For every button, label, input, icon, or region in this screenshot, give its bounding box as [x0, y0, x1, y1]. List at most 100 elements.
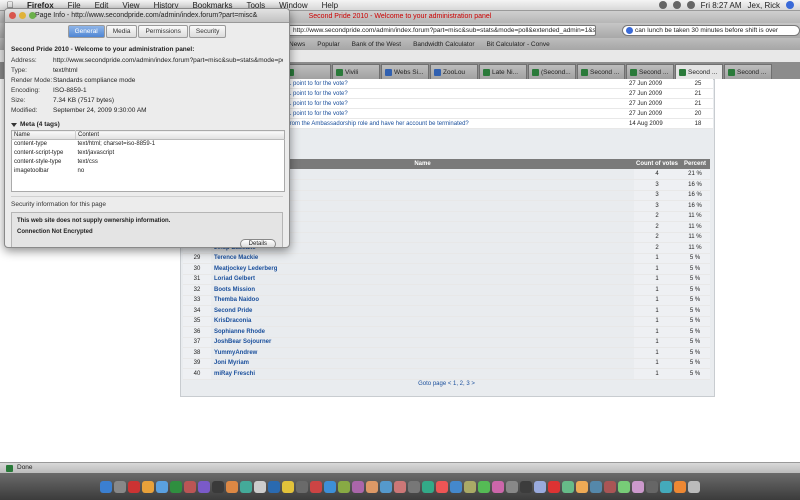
dock-app-icon[interactable] — [394, 480, 406, 493]
tab-permissions[interactable]: Permissions — [138, 25, 188, 38]
dock-app-icon[interactable] — [282, 480, 294, 493]
dock-app-icon[interactable] — [618, 480, 630, 493]
pagination[interactable]: Goto page < 1, 2, 3 > — [183, 381, 710, 387]
dock-app-icon[interactable] — [478, 480, 490, 493]
member-name-link[interactable]: Boots Mission — [211, 284, 634, 296]
member-name-link[interactable]: Sophianne Rhode — [211, 326, 634, 338]
dock-app-icon[interactable] — [450, 480, 462, 493]
dock-app-icon[interactable] — [226, 480, 238, 493]
close-icon[interactable] — [9, 12, 16, 19]
dock-app-icon[interactable] — [114, 480, 126, 493]
meta-disclosure[interactable]: Meta (4 tags) — [11, 121, 283, 128]
dock-app-icon[interactable] — [338, 480, 350, 493]
dock-app-icon[interactable] — [548, 480, 560, 493]
dock-app-icon[interactable] — [366, 480, 378, 493]
dock-app-icon[interactable] — [128, 480, 140, 493]
dock-app-icon[interactable] — [198, 480, 210, 493]
tab-6[interactable]: Second ... — [577, 64, 625, 79]
search-bar[interactable]: can lunch be taken 30 minutes before shi… — [622, 25, 800, 36]
bookmark-bit-calculator[interactable]: Bit Calculator - Conve — [481, 41, 556, 48]
dock-app-icon[interactable] — [632, 480, 644, 493]
member-name-link[interactable]: KrisDraconia — [211, 316, 634, 327]
dock-app-icon[interactable] — [352, 480, 364, 493]
wifi-icon[interactable] — [658, 1, 667, 9]
meta-row[interactable]: content-type text/html; charset=iso-8859-… — [12, 140, 285, 149]
battery-icon[interactable] — [686, 1, 695, 9]
dock-app-icon[interactable] — [562, 480, 574, 493]
dock-app-icon[interactable] — [156, 480, 168, 493]
dock-app-icon[interactable] — [590, 480, 602, 493]
volume-icon[interactable] — [672, 1, 681, 9]
dock-app-icon[interactable] — [464, 480, 476, 493]
dock-app-icon[interactable] — [604, 480, 616, 493]
dock-app-icon[interactable] — [534, 480, 546, 493]
member-name-link[interactable]: Meatjockey Lederberg — [211, 263, 634, 275]
tab-2[interactable]: Webs Si... — [381, 64, 429, 79]
dock-app-icon[interactable] — [310, 480, 322, 493]
dock-app-icon[interactable] — [688, 480, 700, 493]
dock-app-icon[interactable] — [254, 480, 266, 493]
menubar-clock[interactable]: Fri 8:27 AM — [701, 1, 742, 10]
tab-7[interactable]: Second ... — [626, 64, 674, 79]
tab-1[interactable]: Vivili — [332, 64, 380, 79]
bookmark-bank[interactable]: Bank of the West — [346, 41, 407, 48]
spotlight-icon[interactable] — [786, 1, 794, 9]
dock-app-icon[interactable] — [520, 480, 532, 493]
member-name-link[interactable]: Second Pride — [211, 305, 634, 317]
member-name-link[interactable]: Themba Naidoo — [211, 295, 634, 306]
meta-content-cell: no — [77, 168, 85, 174]
dock-app-icon[interactable] — [142, 480, 154, 493]
zoom-icon[interactable] — [29, 12, 36, 19]
tab-security[interactable]: Security — [188, 25, 227, 38]
meta-row[interactable]: content-style-type text/css — [12, 158, 285, 167]
tab-media[interactable]: Media — [105, 25, 138, 38]
tab-0[interactable] — [283, 64, 331, 79]
address-value[interactable]: http://www.secondpride.com/admin/index.f… — [53, 57, 283, 64]
dock-app-icon[interactable] — [408, 480, 420, 493]
tab-4[interactable]: Late Ni... — [479, 64, 527, 79]
dock-app-icon[interactable] — [492, 480, 504, 493]
details-button[interactable]: Details — [239, 239, 276, 247]
tab-8[interactable]: Second ... — [675, 64, 723, 79]
dock-app-icon[interactable] — [506, 480, 518, 493]
dock-app-icon[interactable] — [212, 480, 224, 493]
tab-5[interactable]: (Second... — [528, 64, 576, 79]
dock-app-icon[interactable] — [422, 480, 434, 493]
dock-app-icon[interactable] — [268, 480, 280, 493]
dock-app-icon[interactable] — [184, 480, 196, 493]
member-name-link[interactable]: Terence Mackie — [211, 253, 634, 264]
dock-app-icon[interactable] — [296, 480, 308, 493]
minimize-icon[interactable] — [19, 12, 26, 19]
member-name-link[interactable]: Loriad Gelbert — [211, 274, 634, 285]
url-bar[interactable]: http://www.secondpride.com/admin/index.f… — [288, 25, 596, 36]
dock-app-icon[interactable] — [380, 480, 392, 493]
dock-app-icon[interactable] — [324, 480, 336, 493]
member-name-link[interactable]: Joni Myriam — [211, 358, 634, 369]
bookmark-popular[interactable]: Popular — [311, 41, 345, 48]
menu-help[interactable]: Help — [315, 1, 345, 10]
meta-row[interactable]: imagetoolbar no — [12, 167, 285, 176]
meta-content-header[interactable]: Content — [75, 130, 285, 140]
meta-row[interactable]: content-script-type text/javascript — [12, 149, 285, 158]
member-name-link[interactable]: miRay Freschi — [211, 368, 634, 380]
tab-general[interactable]: General — [67, 25, 105, 38]
dock-app-icon[interactable] — [436, 480, 448, 493]
info-row-modified: Modified: September 24, 2009 9:30:00 AM — [11, 107, 147, 114]
bookmark-bandwidth[interactable]: Bandwidth Calculator — [407, 41, 480, 48]
dock-app-icon[interactable] — [646, 480, 658, 493]
meta-content-cell: text/html; charset=iso-8859-1 — [77, 141, 156, 148]
member-name-link[interactable]: JoshBear Sojourner — [211, 337, 634, 348]
tab-3[interactable]: ZooLou — [430, 64, 478, 79]
dock-app-icon[interactable] — [100, 480, 112, 493]
dock-app-icon[interactable] — [240, 480, 252, 493]
vote-count-cell: 1 — [634, 284, 680, 296]
dialog-titlebar[interactable]: Page Info - http://www.secondpride.com/a… — [5, 9, 289, 23]
member-name-link[interactable]: YummyAndrew — [211, 347, 634, 359]
dock-app-icon[interactable] — [660, 480, 672, 493]
dock-app-icon[interactable] — [170, 480, 182, 493]
tab-9[interactable]: Second ... — [724, 64, 772, 79]
meta-name-header[interactable]: Name — [11, 130, 76, 140]
menubar-user[interactable]: Jex, Rick — [748, 1, 780, 10]
dock-app-icon[interactable] — [674, 480, 686, 493]
dock-app-icon[interactable] — [576, 480, 588, 493]
